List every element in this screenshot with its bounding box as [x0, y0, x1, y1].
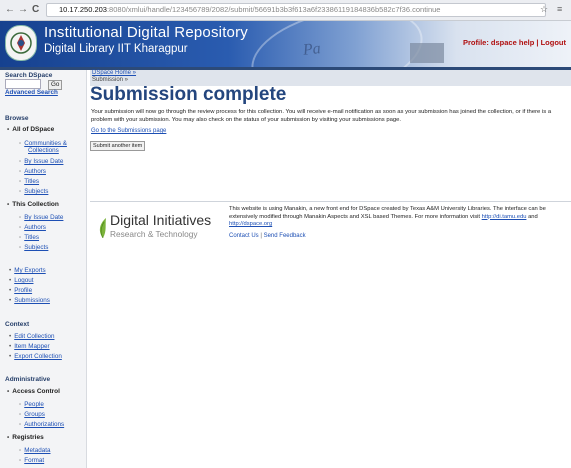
sidebar-item-subjects[interactable]: ◦ Subjects	[19, 188, 48, 195]
user-links: Profile: dspace help | Logout	[463, 38, 566, 47]
site-subtitle: Digital Library IIT Kharagpur	[44, 43, 188, 55]
account-item-exports[interactable]: • My Exports	[9, 267, 46, 274]
breadcrumb-current: Submission »	[92, 77, 129, 83]
subjects-link[interactable]: Subjects	[24, 188, 48, 195]
context-heading: Context	[5, 321, 30, 328]
collections-link[interactable]: Collections	[28, 147, 59, 154]
browse-heading: Browse	[5, 115, 29, 122]
dspace-org-link[interactable]: http://dspace.org	[229, 221, 272, 227]
collection-item-issue-date[interactable]: ◦ By Issue Date	[19, 214, 63, 221]
address-bar[interactable]: 10.17.250.203:8080/xmlui/handle/12345678…	[46, 3, 546, 17]
collection-subjects-link[interactable]: Subjects	[24, 244, 48, 251]
this-collection-heading: • This Collection	[7, 201, 59, 208]
communities-link[interactable]: Communities &	[24, 140, 67, 147]
submit-another-button[interactable]: Submit another item	[90, 141, 146, 151]
browser-menu-icon[interactable]: ≡	[557, 4, 562, 14]
export-collection-link[interactable]: Export Collection	[14, 353, 62, 360]
account-item-logout[interactable]: • Logout	[9, 277, 33, 284]
account-item-profile[interactable]: • Profile	[9, 287, 32, 294]
sidebar-profile-link[interactable]: Profile	[14, 287, 32, 294]
authorizations-link[interactable]: Authorizations	[24, 421, 64, 428]
page-title: Submission complete	[90, 84, 287, 105]
context-item-export[interactable]: • Export Collection	[9, 353, 62, 360]
account-item-submissions[interactable]: • Submissions	[9, 297, 50, 304]
registry-item-metadata[interactable]: ◦ Metadata	[19, 447, 51, 454]
this-collection-label: This Collection	[12, 201, 59, 208]
bookmark-star-icon[interactable]: ☆	[540, 4, 548, 15]
footer-links: Contact Us | Send Feedback	[229, 233, 306, 239]
sidebar-item-issue-date[interactable]: ◦ By Issue Date	[19, 158, 63, 165]
advanced-search-link[interactable]: Advanced Search	[5, 89, 58, 96]
reload-icon[interactable]: C	[32, 4, 39, 15]
send-feedback-link[interactable]: Send Feedback	[264, 233, 306, 239]
footer-and: and	[528, 213, 538, 220]
banner-watermark: Pa	[302, 40, 322, 59]
di-tamu-link[interactable]: http://di.tamu.edu	[482, 214, 527, 220]
browser-toolbar: ← → C 10.17.250.203:8080/xmlui/handle/12…	[0, 0, 571, 21]
collection-item-authors[interactable]: ◦ Authors	[19, 224, 46, 231]
sidebar-item-titles[interactable]: ◦ Titles	[19, 178, 39, 185]
access-control-heading: • Access Control	[7, 388, 60, 395]
collection-item-titles[interactable]: ◦ Titles	[19, 234, 39, 241]
back-icon[interactable]: ←	[5, 4, 15, 15]
administrative-heading: Administrative	[5, 376, 51, 383]
groups-link[interactable]: Groups	[24, 411, 45, 418]
site-title: Institutional Digital Repository	[44, 24, 248, 41]
titles-link[interactable]: Titles	[24, 178, 39, 185]
leaf-icon	[99, 218, 106, 238]
sidebar-item-communities[interactable]: ◦ Communities & Collections	[19, 140, 67, 154]
search-heading: Search DSpace	[5, 72, 53, 79]
access-item-authorizations[interactable]: ◦ Authorizations	[19, 421, 64, 428]
logo-title: Digital Initiatives	[110, 212, 212, 228]
sidebar-logout-link[interactable]: Logout	[14, 277, 33, 284]
building-image	[410, 43, 444, 63]
collection-authors-link[interactable]: Authors	[24, 224, 46, 231]
access-item-people[interactable]: ◦ People	[19, 401, 44, 408]
access-item-groups[interactable]: ◦ Groups	[19, 411, 45, 418]
contact-us-link[interactable]: Contact Us	[229, 233, 259, 239]
digital-initiatives-logo[interactable]: Digital Initiatives Research & Technolog…	[98, 210, 228, 244]
all-of-dspace-label: All of DSpace	[12, 126, 55, 133]
people-link[interactable]: People	[24, 401, 44, 408]
authors-link[interactable]: Authors	[24, 168, 46, 175]
links-separator: |	[536, 38, 539, 47]
context-item-edit[interactable]: • Edit Collection	[9, 333, 54, 340]
all-of-dspace-heading: • All of DSpace	[7, 126, 55, 133]
my-exports-link[interactable]: My Exports	[14, 267, 46, 274]
submission-message: Your submission will now go through the …	[91, 109, 552, 123]
metadata-link[interactable]: Metadata	[24, 447, 50, 454]
access-control-label: Access Control	[12, 388, 60, 395]
forward-icon[interactable]: →	[18, 4, 28, 15]
help-link[interactable]: help	[519, 38, 534, 47]
registries-label: Registries	[12, 434, 44, 441]
main-content: DSpace Home » Submission » Submission co…	[88, 70, 571, 468]
goto-submissions-link[interactable]: Go to the Submissions page	[91, 128, 166, 134]
edit-collection-link[interactable]: Edit Collection	[14, 333, 54, 340]
collection-item-subjects[interactable]: ◦ Subjects	[19, 244, 48, 251]
footer-description: This website is using Manakin, a new fro…	[229, 206, 569, 229]
iit-logo	[5, 25, 37, 61]
sidebar: Search DSpace Go Advanced Search Browse …	[0, 70, 87, 468]
sidebar-item-authors[interactable]: ◦ Authors	[19, 168, 46, 175]
logo-subtitle: Research & Technology	[110, 229, 198, 239]
registries-heading: • Registries	[7, 434, 44, 441]
breadcrumb-home-link[interactable]: DSpace Home »	[92, 70, 136, 76]
search-input[interactable]	[5, 79, 41, 89]
item-mapper-link[interactable]: Item Mapper	[14, 343, 49, 350]
banner-decoration	[243, 21, 431, 67]
context-item-mapper[interactable]: • Item Mapper	[9, 343, 50, 350]
collection-by-issue-date-link[interactable]: By Issue Date	[24, 214, 63, 221]
logout-link[interactable]: Logout	[541, 38, 566, 47]
footer-separator: |	[260, 233, 262, 239]
format-link[interactable]: Format	[24, 457, 44, 464]
footer-divider	[90, 201, 571, 202]
submissions-link[interactable]: Submissions	[14, 297, 50, 304]
by-issue-date-link[interactable]: By Issue Date	[24, 158, 63, 165]
site-banner: Institutional Digital Repository Digital…	[0, 21, 571, 67]
profile-link[interactable]: Profile: dspace	[463, 38, 517, 47]
registry-item-format[interactable]: ◦ Format	[19, 457, 44, 464]
url-path: :8080/xmlui/handle/123456789/2082/submit…	[106, 5, 441, 14]
url-host: 10.17.250.203	[59, 5, 107, 14]
collection-titles-link[interactable]: Titles	[24, 234, 39, 241]
